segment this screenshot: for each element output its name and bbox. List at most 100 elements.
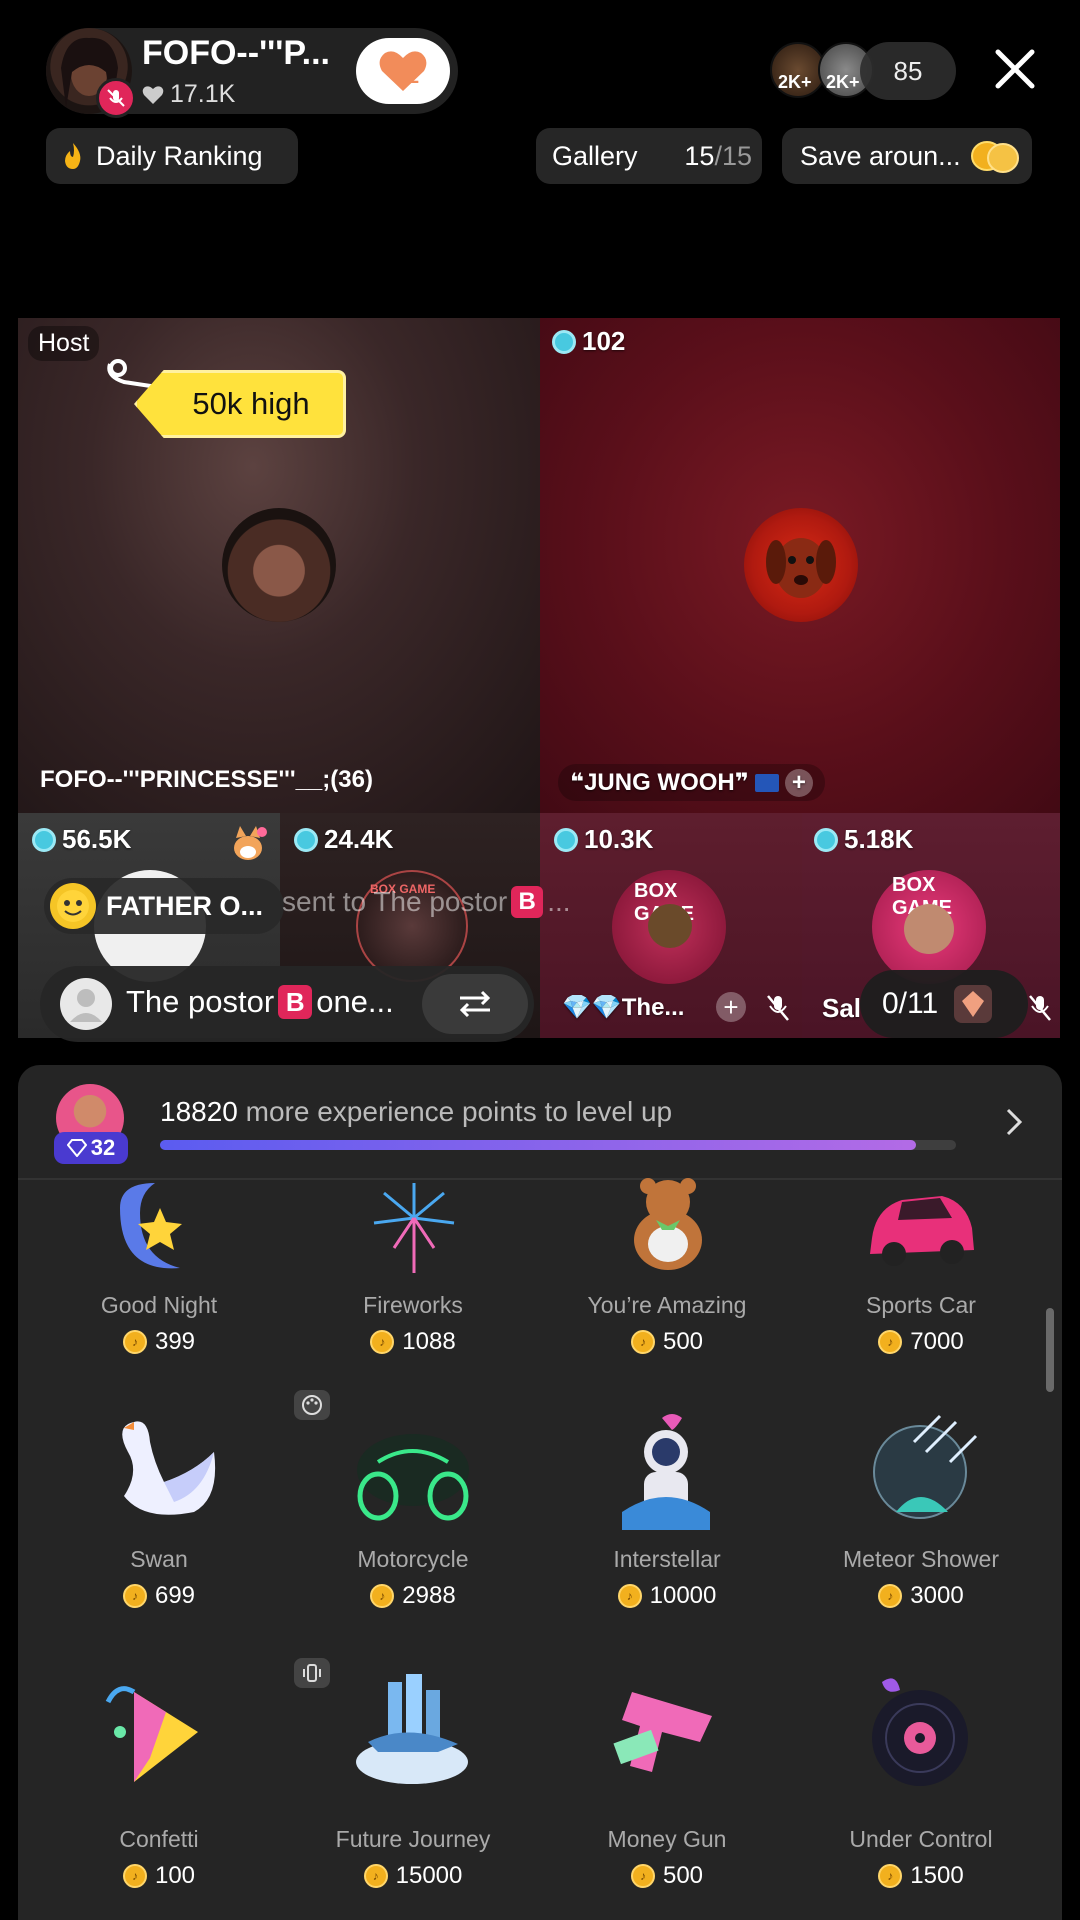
guest-score-4: 5.18K (814, 824, 913, 855)
daily-ranking-label: Daily Ranking (96, 140, 263, 171)
sports-car-gift-icon (870, 1196, 974, 1266)
dog-icon (766, 538, 836, 598)
host-tag: Host (28, 326, 100, 361)
gem-icon (294, 827, 318, 852)
diamond-icon (66, 1139, 87, 1157)
save-around-chip[interactable]: Save aroun... (782, 128, 1032, 184)
gift-sent-text: sent to The postor B ... (282, 886, 571, 918)
motorcycle-gift-icon (357, 1434, 469, 1521)
coin-icon: ♪ (878, 1330, 903, 1354)
future-journey-gift-icon (356, 1674, 468, 1784)
coin-icon: ♪ (630, 1330, 655, 1354)
level-up-text: 18820 more experience points to level up (160, 1096, 673, 1127)
chevron-right-icon[interactable] (996, 1104, 1032, 1140)
high-tag-label: 50k high (134, 370, 346, 438)
coin-icon: ♪ (617, 1584, 642, 1608)
opponent-score: 102 (552, 326, 625, 357)
coin-icon: ♪ (363, 1864, 388, 1888)
guest-avatar-4[interactable]: BOX GAME (872, 870, 986, 984)
vinyl-record-gift-icon (872, 1678, 968, 1786)
coins-icon (970, 141, 1019, 173)
teddy-bear-gift-icon (634, 1178, 702, 1270)
coin-icon: ♪ (878, 1864, 903, 1888)
guest-avatar-3[interactable]: BOX GAME (612, 870, 726, 984)
gift-item[interactable]: Motorcycle ♪ 2988 (284, 1412, 542, 1612)
mic-muted-icon (96, 78, 136, 118)
opponent-avatar[interactable] (744, 508, 858, 622)
postor-pill[interactable]: The postor B one... (40, 966, 534, 1042)
coin-icon: ♪ (122, 1330, 147, 1354)
b-badge-icon: B (511, 886, 544, 918)
gem-icon (552, 329, 576, 354)
gift-item[interactable]: Under Control ♪ 1500 (792, 1672, 1050, 1889)
coin-icon: ♪ (878, 1584, 903, 1608)
gem-box-icon (954, 985, 993, 1023)
guest-score-2: 24.4K (294, 824, 393, 855)
coin-icon: ♪ (630, 1864, 655, 1888)
swan-gift-icon (122, 1421, 216, 1515)
host-avatar-large[interactable] (222, 508, 336, 622)
close-icon[interactable] (990, 44, 1040, 94)
flag-icon (754, 773, 779, 792)
money-gun-gift-icon (613, 1692, 712, 1772)
follow-button[interactable]: 2 (356, 38, 450, 104)
gift-item[interactable]: Meteor Shower ♪ 3000 (792, 1412, 1050, 1612)
coin-icon: ♪ (370, 1584, 395, 1608)
guest-face (904, 904, 954, 954)
swap-icon (459, 990, 491, 1018)
gift-item[interactable]: Future Journey ♪ 15000 (284, 1672, 542, 1889)
gem-icon (554, 827, 578, 852)
follow-badge-count: 2 (408, 66, 420, 88)
mic-muted-icon (764, 992, 792, 1024)
opponent-name-pill[interactable]: ❝JUNG WOOH❞ + (558, 764, 825, 801)
mic-muted-icon (1026, 992, 1054, 1024)
seat-count: 0/11 (882, 987, 939, 1020)
fireworks-gift-icon (373, 1183, 455, 1273)
guest-name-4: Sal (822, 993, 862, 1023)
moon-gift-icon (120, 1183, 182, 1269)
flame-icon (65, 143, 81, 169)
heart-badge-icon (379, 51, 427, 91)
meteor-shower-gift-icon (873, 1414, 978, 1519)
corgi-sticker-icon (226, 822, 270, 866)
gem-icon (32, 827, 56, 852)
gallery-chip[interactable]: Gallery 15 /15 (536, 128, 762, 184)
save-around-label: Save aroun... (800, 140, 961, 171)
gallery-current: 15 (684, 140, 715, 171)
gift-item[interactable]: You’re Amazing ♪ 500 (538, 1178, 796, 1368)
guest-score-1: 56.5K (32, 824, 131, 855)
gift-item[interactable]: Confetti ♪ 100 (30, 1672, 288, 1889)
host-name: FOFO--'''P... (142, 34, 330, 72)
host-full-name: FOFO--'''PRINCESSE'''__;(36) (40, 766, 373, 793)
emoji-avatar-icon (50, 883, 96, 929)
level-progress-fill (160, 1140, 917, 1150)
gift-item[interactable]: Fireworks ♪ 1088 (284, 1178, 542, 1368)
postor-name: The postor B one... (126, 984, 394, 1019)
astronaut-gift-icon (622, 1414, 710, 1530)
add-icon[interactable]: + (716, 992, 746, 1022)
gem-icon (814, 827, 838, 852)
gift-sender-pill[interactable]: FATHER O... (44, 878, 284, 934)
coin-icon: ♪ (370, 1330, 395, 1354)
level-badge: 32 (54, 1132, 128, 1164)
gift-item[interactable]: Sports Car ♪ 7000 (792, 1178, 1050, 1368)
postor-avatar (60, 978, 112, 1030)
b-badge-icon: B (278, 985, 313, 1019)
level-progress-track (160, 1140, 956, 1150)
gift-item[interactable]: Interstellar ♪ 10000 (538, 1412, 796, 1612)
swap-button[interactable] (422, 974, 528, 1034)
daily-ranking-chip[interactable]: Daily Ranking (46, 128, 298, 184)
gallery-total: /15 (714, 140, 752, 171)
add-icon[interactable]: + (784, 768, 813, 797)
guest-score-3: 10.3K (554, 824, 653, 855)
gift-item[interactable]: Good Night ♪ 399 (30, 1178, 288, 1368)
experience-points: 18820 (160, 1096, 238, 1127)
viewer-count[interactable]: 85 (860, 42, 956, 100)
heart-icon (142, 85, 164, 104)
guest-face (648, 904, 692, 948)
gift-item[interactable]: Swan ♪ 699 (30, 1412, 288, 1612)
gift-item[interactable]: Money Gun ♪ 500 (538, 1672, 796, 1889)
host-likes: 17.1K (142, 80, 235, 109)
coin-icon: ♪ (122, 1584, 147, 1608)
seat-count-pill[interactable]: 0/11 (860, 970, 1028, 1038)
